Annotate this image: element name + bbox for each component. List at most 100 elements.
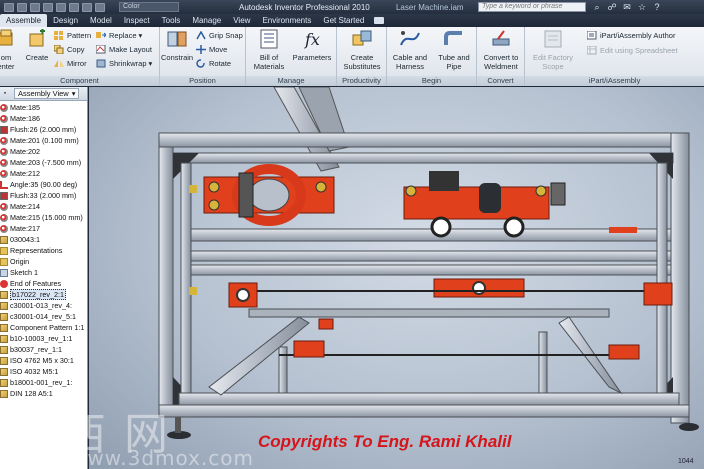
- edit-spreadsheet-button[interactable]: Edit using Spreadsheet: [587, 44, 678, 56]
- tube-and-pipe-button[interactable]: Tube and Pipe: [433, 29, 475, 71]
- folder-icon: [0, 257, 8, 266]
- tab-view[interactable]: View: [227, 14, 256, 27]
- binoculars-icon[interactable]: ⌕: [592, 2, 602, 12]
- cable-and-harness-button[interactable]: Cable and Harness: [389, 29, 431, 71]
- new-icon[interactable]: [4, 2, 14, 12]
- tab-environments[interactable]: Environments: [256, 14, 317, 27]
- mate-icon: [0, 103, 8, 112]
- help-icon[interactable]: ?: [652, 2, 662, 12]
- grip-snap-icon: [196, 30, 206, 39]
- tab-get-started[interactable]: Get Started: [317, 14, 370, 27]
- part-icon: [0, 290, 8, 299]
- browser-node[interactable]: c30001-013_rev_4:: [0, 300, 87, 311]
- component-panel-title[interactable]: Component: [0, 76, 159, 86]
- make-layout-button[interactable]: Make Layout: [96, 43, 152, 55]
- make-layout-icon: [96, 44, 106, 53]
- browser-node[interactable]: ISO 4762 M5 x 30:1: [0, 355, 87, 366]
- home-icon[interactable]: [69, 2, 79, 12]
- grip-snap-button[interactable]: Grip Snap: [196, 29, 243, 41]
- pattern-button[interactable]: Pattern: [54, 29, 91, 41]
- mate-icon: [0, 158, 8, 167]
- convert-panel-title[interactable]: Convert: [477, 76, 524, 86]
- browser-node[interactable]: b17022_rev_2:1: [0, 289, 87, 300]
- browser-node[interactable]: Mate:185: [0, 102, 87, 113]
- browser-node[interactable]: Angle:35 (90.00 deg): [0, 179, 87, 190]
- tab-assemble[interactable]: Assemble: [0, 14, 48, 27]
- browser-node-label: Mate:201 (0.100 mm): [10, 136, 79, 145]
- browser-node[interactable]: 030043:1: [0, 234, 87, 245]
- browser-node[interactable]: Sketch 1: [0, 267, 87, 278]
- browser-node[interactable]: Mate:186: [0, 113, 87, 124]
- browser-node[interactable]: Mate:212: [0, 168, 87, 179]
- redo-icon[interactable]: [56, 2, 66, 12]
- parameters-button[interactable]: fx Parameters: [290, 29, 334, 62]
- flush-icon: [0, 125, 8, 134]
- copy-button[interactable]: Copy: [54, 43, 85, 55]
- move-button[interactable]: Move: [196, 43, 227, 55]
- undo-icon[interactable]: [43, 2, 53, 12]
- laser-machine-model[interactable]: [89, 87, 704, 469]
- close-icon[interactable]: ▪: [0, 90, 10, 97]
- bill-of-materials-button[interactable]: Bill of Materials: [250, 29, 288, 71]
- browser-node[interactable]: c30001-014_rev_5:1: [0, 311, 87, 322]
- convert-to-weldment-button[interactable]: Convert to Weldment: [478, 29, 524, 71]
- browser-node[interactable]: b30037_rev_1:1: [0, 344, 87, 355]
- create-component-button[interactable]: Create: [24, 29, 50, 62]
- ribbon: om enter Create Pattern Copy Mirror R: [0, 27, 704, 86]
- browser-node[interactable]: Mate:203 (-7.500 mm): [0, 157, 87, 168]
- open-icon[interactable]: [17, 2, 27, 12]
- browser-node[interactable]: Mate:201 (0.100 mm): [0, 135, 87, 146]
- browser-node[interactable]: Mate:215 (15.000 mm): [0, 212, 87, 223]
- graphics-viewport[interactable]: [89, 87, 704, 469]
- mirror-button[interactable]: Mirror: [54, 57, 87, 69]
- color-dropdown[interactable]: Color: [119, 2, 179, 12]
- corner-number: 1044: [678, 458, 694, 465]
- ipart-author-button[interactable]: iPart/iAssembly Author: [587, 29, 675, 41]
- browser-node[interactable]: b18001-001_rev_1:: [0, 377, 87, 388]
- tab-tools[interactable]: Tools: [156, 14, 187, 27]
- search-input[interactable]: Type a keyword or phrase: [478, 2, 586, 12]
- subscription-icon[interactable]: ☍: [607, 2, 617, 12]
- tab-inspect[interactable]: Inspect: [118, 14, 156, 27]
- save-icon[interactable]: [30, 2, 40, 12]
- shrinkwrap-button[interactable]: Shrinkwrap ▾: [96, 57, 152, 69]
- update-icon[interactable]: [82, 2, 92, 12]
- browser-node[interactable]: Mate:214: [0, 201, 87, 212]
- browser-node[interactable]: Mate:217: [0, 223, 87, 234]
- browser-node-label: b10-10003_rev_1:1: [10, 334, 73, 343]
- browser-node[interactable]: Origin: [0, 256, 87, 267]
- browser-node-label: Mate:203 (-7.500 mm): [10, 158, 82, 167]
- end-icon: [0, 279, 8, 288]
- edit-factory-scope-button[interactable]: Edit Factory Scope: [529, 29, 577, 71]
- favorites-icon[interactable]: ☆: [637, 2, 647, 12]
- browser-node[interactable]: Flush:33 (2.000 mm): [0, 190, 87, 201]
- browser-node[interactable]: Flush:26 (2.000 mm): [0, 124, 87, 135]
- part-icon: [0, 323, 8, 332]
- browser-node[interactable]: Component Pattern 1:1: [0, 322, 87, 333]
- browser-node[interactable]: Representations: [0, 245, 87, 256]
- tab-manage[interactable]: Manage: [186, 14, 227, 27]
- place-component-button[interactable]: om enter: [0, 29, 18, 71]
- browser-node-label: Component Pattern 1:1: [10, 323, 85, 332]
- browser-node[interactable]: ISO 4032 M5:1: [0, 366, 87, 377]
- productivity-panel-title[interactable]: Productivity: [337, 76, 386, 86]
- tab-design[interactable]: Design: [47, 14, 84, 27]
- create-substitutes-button[interactable]: Create Substitutes: [339, 29, 385, 71]
- browser-node[interactable]: Mate:202: [0, 146, 87, 157]
- cable-harness-icon: [400, 31, 420, 46]
- browser-node[interactable]: b10-10003_rev_1:1: [0, 333, 87, 344]
- copy-icon: [54, 44, 64, 54]
- replace-button[interactable]: Replace ▾: [96, 29, 142, 41]
- chevron-down-icon: ▾: [71, 89, 76, 98]
- rotate-button[interactable]: Rotate: [196, 57, 231, 69]
- video-icon[interactable]: [374, 17, 385, 24]
- tab-model[interactable]: Model: [84, 14, 118, 27]
- browser-view-dropdown[interactable]: Assembly View ▾: [14, 88, 80, 99]
- manage-panel: Bill of Materials fx Parameters Manage: [246, 27, 337, 86]
- communication-icon[interactable]: ✉: [622, 2, 632, 12]
- browser-node[interactable]: End of Features: [0, 278, 87, 289]
- select-icon[interactable]: [95, 2, 105, 12]
- begin-panel-title[interactable]: Begin: [387, 76, 476, 86]
- replace-icon: [96, 31, 106, 38]
- constrain-button[interactable]: Constrain: [161, 29, 193, 62]
